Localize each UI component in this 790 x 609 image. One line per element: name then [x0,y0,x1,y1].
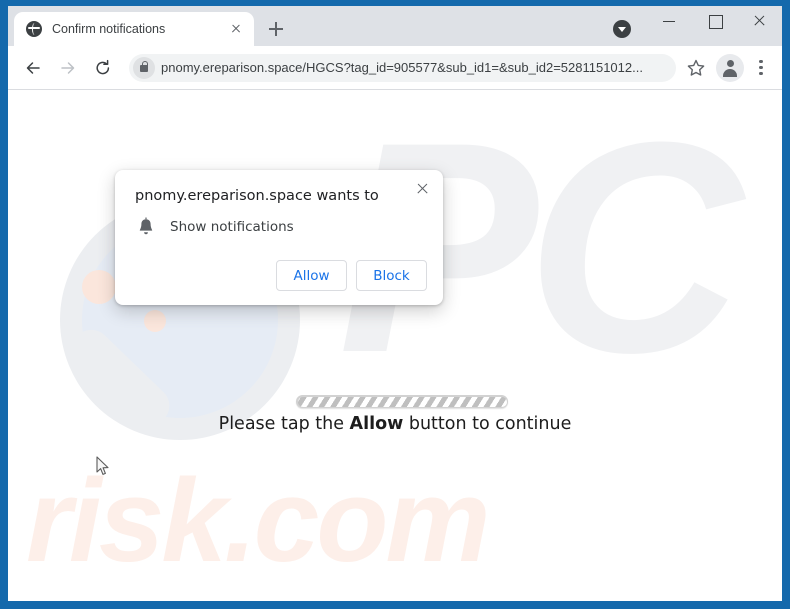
minimize-button[interactable] [647,6,692,36]
forward-icon [53,53,83,83]
back-icon[interactable] [18,53,48,83]
notification-permission-dialog: pnomy.ereparison.space wants to Show not… [115,170,443,305]
browser-tab[interactable]: Confirm notifications [14,12,254,46]
url-text: pnomy.ereparison.space/HGCS?tag_id=90557… [161,60,643,75]
avatar[interactable] [716,53,744,82]
three-dot-menu-icon[interactable] [748,54,774,82]
bookmark-star-icon[interactable] [682,54,710,82]
permission-option-label: Show notifications [170,219,294,235]
tab-strip: Confirm notifications [8,6,782,46]
browser-window: Confirm notifications pnomy.ereparison.s… [0,0,790,609]
instruction-prefix: Please tap the [218,414,350,434]
tab-title: Confirm notifications [52,22,166,36]
page-content: PC risk.com Please tap the Allow button … [8,90,782,600]
window-controls [647,6,782,46]
chevron-down-icon[interactable] [613,20,631,38]
bell-icon [135,216,157,238]
dialog-actions: Allow Block [135,260,427,291]
progress-bar [296,395,508,408]
maximize-button[interactable] [692,6,737,36]
browser-toolbar: pnomy.ereparison.space/HGCS?tag_id=90557… [8,46,782,90]
risk-watermark: risk.com [26,455,490,587]
lock-icon[interactable] [133,56,155,79]
address-bar[interactable]: pnomy.ereparison.space/HGCS?tag_id=90557… [129,53,676,82]
reload-icon[interactable] [88,53,118,83]
permission-option-row: Show notifications [135,216,427,238]
mouse-cursor [96,456,110,477]
instruction-bold: Allow [349,414,404,434]
dialog-title: pnomy.ereparison.space wants to [135,188,379,204]
block-button[interactable]: Block [356,260,427,291]
close-icon[interactable] [411,178,433,200]
close-icon[interactable] [226,19,246,39]
browser-window-inner: Confirm notifications pnomy.ereparison.s… [8,6,782,601]
instruction-text: Please tap the Allow button to continue [8,414,782,434]
globe-icon [26,21,42,37]
instruction-suffix: button to continue [403,414,572,434]
close-window-button[interactable] [737,6,782,36]
new-tab-button[interactable] [262,15,290,43]
allow-button[interactable]: Allow [276,260,347,291]
